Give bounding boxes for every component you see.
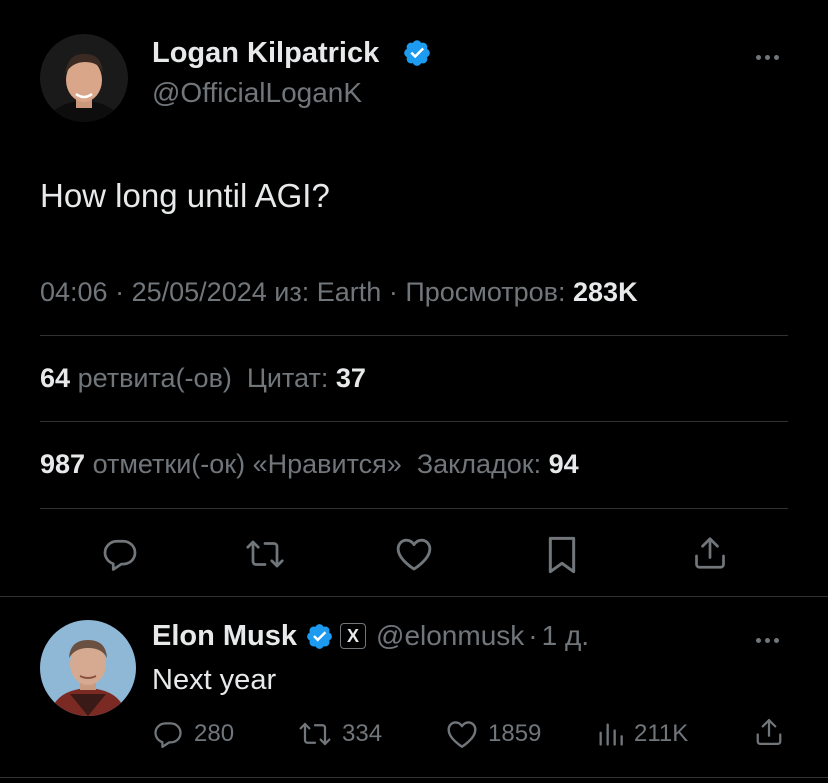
tweet-date[interactable]: 25/05/2024 [132,277,267,307]
quote-stat[interactable]: Цитат: 37 [247,363,366,393]
tweet-location: Earth [316,277,382,307]
bookmark-count: 94 [548,449,579,479]
reply-header: Elon Musk X @elonmusk · 1 д. [152,618,589,654]
divider [40,335,788,336]
divider [40,508,788,509]
views-icon [596,719,624,749]
meta-separator: · [115,277,125,307]
views-count: 283K [573,277,638,307]
affiliate-badge[interactable]: X [340,623,367,649]
reply-icon [152,719,184,749]
from-label: из: [274,277,310,307]
reply-action-replies[interactable]: 280 [152,718,234,750]
reply-count: 280 [194,720,235,747]
reply-icon[interactable] [102,536,138,572]
retweet-icon [298,719,332,749]
retweet-label: ретвита(-ов) [77,363,232,393]
verified-badge-icon [305,622,334,651]
divider [0,596,828,597]
reply-age[interactable]: 1 д. [542,620,589,652]
like-count: 987 [40,449,86,479]
like-label: отметки(-ок) «Нравится» [92,449,402,479]
author-name[interactable]: Logan Kilpatrick [152,36,379,70]
bookmark-stat[interactable]: Закладок: 94 [417,449,579,479]
more-options-icon[interactable] [754,47,781,60]
retweet-icon[interactable] [245,536,285,572]
bookmark-icon[interactable] [547,535,577,575]
reply-action-retweets[interactable]: 334 [298,718,382,750]
quote-count: 37 [335,363,366,393]
reply-action-views[interactable]: 211K [596,718,688,750]
tweet-meta: 04:06 · 25/05/2024 из: Earth · Просмотро… [40,276,638,308]
quote-label: Цитат: [246,363,329,393]
retweet-count: 334 [342,720,383,747]
reply-author-handle[interactable]: @elonmusk [376,620,524,652]
divider [0,777,828,778]
like-count: 1859 [488,720,542,747]
meta-separator: · [528,620,538,651]
reply-more-options-icon[interactable] [754,630,781,643]
retweet-count: 64 [40,363,71,393]
like-stat[interactable]: 987 отметки(-ок) «Нравится» [40,449,402,479]
retweet-stat[interactable]: 64 ретвита(-ов) [40,363,232,393]
author-handle[interactable]: @OfficialLoganK [152,76,362,110]
divider [40,421,788,422]
reply-action-likes[interactable]: 1859 [446,718,541,750]
verified-badge-icon [402,38,432,68]
reply-avatar[interactable] [40,620,136,716]
reply-author-name[interactable]: Elon Musk [152,620,297,653]
like-icon[interactable] [395,536,433,572]
share-icon[interactable] [754,716,784,748]
like-icon [446,719,478,749]
tweet-time[interactable]: 04:06 [40,277,108,307]
reply-text: Next year [152,664,277,696]
share-icon[interactable] [692,534,728,572]
stats-row-reposts: 64 ретвита(-ов) Цитат: 37 [40,362,366,394]
bookmark-label: Закладок: [416,449,542,479]
meta-separator: · [388,277,398,307]
stats-row-likes: 987 отметки(-ок) «Нравится» Закладок: 94 [40,448,579,480]
tweet-text: How long until AGI? [40,177,330,214]
views-label: Просмотров: [405,277,566,307]
views-count: 211K [634,720,689,747]
avatar[interactable] [40,34,128,122]
